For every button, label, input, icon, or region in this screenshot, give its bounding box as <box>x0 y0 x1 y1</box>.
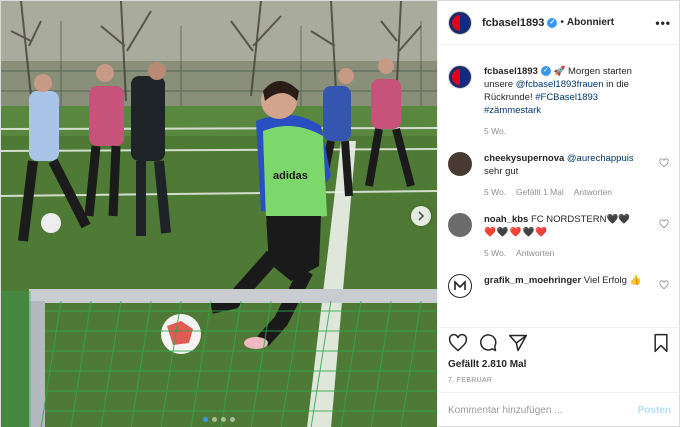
follow-status-button[interactable]: Abonniert <box>567 17 614 28</box>
post-photo[interactable]: adidas <box>1 1 437 427</box>
caption-meta: 5 Wo. <box>484 125 654 138</box>
chevron-right-icon <box>418 211 425 221</box>
comment-input[interactable] <box>448 405 628 416</box>
comments-list: fcbasel1893 ✓ 🚀 Morgen starten unsere @fc… <box>438 49 680 325</box>
hashtag-link[interactable]: #FCBasel1893 <box>535 92 598 103</box>
training-photo: adidas <box>1 1 437 427</box>
verified-badge-icon: ✓ <box>540 66 551 77</box>
comment-item: grafik_m_moehringer Viel Erfolg 👍 <box>448 274 671 298</box>
comment-text: FC NORDSTERN🖤🖤 <box>528 214 631 225</box>
separator: • <box>560 17 564 28</box>
comment-mention-link[interactable]: @aurechappuis <box>567 153 634 164</box>
avatar[interactable] <box>448 274 472 298</box>
comment-emoji-line: ❤️🖤❤️🖤❤️ <box>484 227 549 238</box>
comment-body: cheekysupernova @aurechappuis sehr gut 5… <box>484 152 654 199</box>
timestamp[interactable]: 5 Wo. <box>484 248 506 258</box>
share-plane-icon[interactable] <box>508 333 528 353</box>
bookmark-icon[interactable] <box>651 333 671 353</box>
post-comment-button[interactable]: Posten <box>638 405 671 416</box>
avatar[interactable] <box>448 65 472 89</box>
caption-username-text: fcbasel1893 <box>484 66 538 77</box>
comment-username[interactable]: cheekysupernova <box>484 153 564 164</box>
more-options-icon[interactable]: ••• <box>655 16 671 30</box>
comment-body: grafik_m_moehringer Viel Erfolg 👍 <box>484 274 654 287</box>
timestamp[interactable]: 5 Wo. <box>484 187 506 197</box>
reply-button[interactable]: Antworten <box>516 248 554 258</box>
post-actions <box>438 327 680 357</box>
hashtag-link[interactable]: #zämmestark <box>484 105 541 116</box>
heart-icon[interactable] <box>659 219 669 229</box>
verified-badge-icon: ✓ <box>547 17 558 28</box>
m-logo-icon <box>454 280 466 290</box>
comment-meta: 5 Wo. Gefällt 1 Mal Antworten <box>484 186 654 199</box>
comment-form: Posten <box>438 392 680 427</box>
avatar[interactable] <box>448 152 472 176</box>
post-header: fcbasel1893 ✓ • Abonniert ••• <box>438 1 680 45</box>
carousel-dot <box>230 417 235 422</box>
post-date[interactable]: 7. FEBRUAR <box>448 377 492 384</box>
comment-text: sehr gut <box>484 166 519 177</box>
comment-text: Viel Erfolg <box>581 275 630 286</box>
username-link[interactable]: fcbasel1893 ✓ <box>482 16 558 29</box>
comment-body: noah_kbs FC NORDSTERN🖤🖤 ❤️🖤❤️🖤❤️ 5 Wo. An… <box>484 213 654 260</box>
carousel-dot-active <box>203 417 208 422</box>
comment-meta: 5 Wo. Antworten <box>484 247 654 260</box>
caption-username[interactable]: fcbasel1893 <box>484 66 538 77</box>
avatar[interactable] <box>448 10 472 35</box>
rocket-emoji: 🚀 <box>553 66 566 77</box>
comment-item: cheekysupernova @aurechappuis sehr gut 5… <box>448 152 671 199</box>
likes-count[interactable]: Gefällt 2.810 Mal <box>448 359 526 370</box>
avatar[interactable] <box>448 213 472 237</box>
post-sidebar: fcbasel1893 ✓ • Abonniert ••• fcbasel1893… <box>437 1 680 427</box>
instagram-post: adidas fcbasel1893 ✓ • Abonniert ••• fcb… <box>0 0 680 427</box>
caption-mention-link[interactable]: @fcbasel1893frauen <box>516 79 604 90</box>
username-text: fcbasel1893 <box>482 16 545 29</box>
comment-username[interactable]: noah_kbs <box>484 214 528 225</box>
timestamp[interactable]: 5 Wo. <box>484 126 506 136</box>
caption-item: fcbasel1893 ✓ 🚀 Morgen starten unsere @fc… <box>448 65 671 138</box>
heart-icon[interactable] <box>659 158 669 168</box>
carousel-dot <box>212 417 217 422</box>
heart-icon[interactable] <box>659 280 669 290</box>
like-heart-icon[interactable] <box>448 333 468 353</box>
carousel-dot <box>221 417 226 422</box>
reply-button[interactable]: Antworten <box>574 187 612 197</box>
comment-username[interactable]: grafik_m_moehringer <box>484 275 581 286</box>
svg-text:adidas: adidas <box>273 170 308 182</box>
carousel-next-button[interactable] <box>411 206 431 226</box>
club-logo-icon <box>452 14 468 31</box>
club-logo-icon <box>452 69 468 85</box>
comment-bubble-icon[interactable] <box>478 333 498 353</box>
thumbs-up-emoji: 👍 <box>629 275 642 286</box>
comment-likes[interactable]: Gefällt 1 Mal <box>516 187 564 197</box>
caption-body: fcbasel1893 ✓ 🚀 Morgen starten unsere @fc… <box>484 65 654 138</box>
comment-item: noah_kbs FC NORDSTERN🖤🖤 ❤️🖤❤️🖤❤️ 5 Wo. An… <box>448 213 671 260</box>
carousel-indicator <box>1 417 437 422</box>
